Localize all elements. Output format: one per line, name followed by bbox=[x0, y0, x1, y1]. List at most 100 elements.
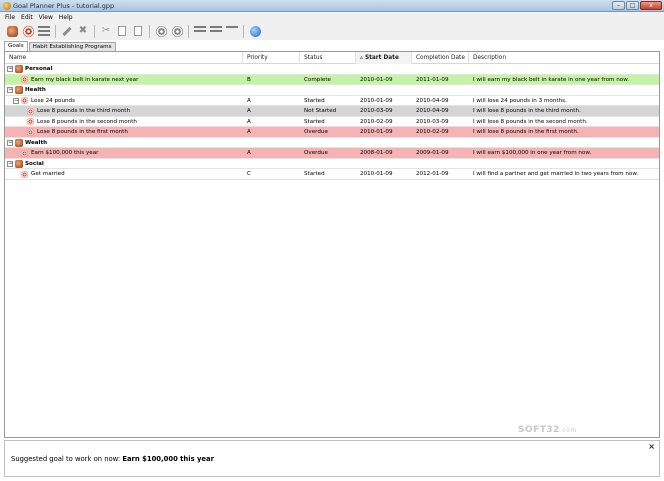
edit-button[interactable] bbox=[60, 24, 74, 38]
group-row[interactable]: − Personal bbox=[5, 64, 659, 75]
priority-cell: C bbox=[247, 171, 251, 177]
category-icon bbox=[15, 138, 23, 147]
collapse-button[interactable] bbox=[170, 24, 184, 38]
priority-cell: A bbox=[247, 150, 251, 156]
completion-date-cell: 2012-01-09 bbox=[416, 171, 449, 177]
paste-icon bbox=[134, 26, 142, 36]
status-cell: Started bbox=[304, 118, 325, 125]
delete-button[interactable]: ✖ bbox=[76, 24, 90, 38]
goal-row[interactable]: Lose 8 pounds in the second month A Starte… bbox=[5, 117, 659, 127]
goal-row[interactable]: Earn my black belt in karate next year B C… bbox=[5, 74, 659, 85]
minimize-button[interactable]: – bbox=[612, 1, 625, 10]
group-row[interactable]: − Health bbox=[5, 85, 659, 96]
start-date-cell: 2010-02-09 bbox=[360, 118, 393, 125]
menu-file[interactable]: File bbox=[5, 14, 15, 21]
close-window-button[interactable]: x bbox=[640, 1, 662, 10]
status-cell: Started bbox=[304, 97, 325, 104]
grid-header: Name Priority Status ▵ Start Date Comple… bbox=[5, 52, 659, 64]
collapse-toggle-icon[interactable]: − bbox=[13, 97, 19, 104]
group-row[interactable]: − Wealth bbox=[5, 137, 659, 148]
scissors-icon: ✂ bbox=[101, 25, 111, 36]
column-description[interactable]: Description bbox=[469, 52, 659, 64]
toolbar-separator bbox=[55, 24, 56, 38]
description-cell: I will lose 8 pounds in the second month… bbox=[473, 118, 588, 125]
menu-edit[interactable]: Edit bbox=[21, 14, 33, 21]
column-start-date[interactable]: ▵ Start Date bbox=[356, 52, 412, 64]
start-date-cell: 2010-01-09 bbox=[360, 76, 393, 83]
column-status[interactable]: Status bbox=[300, 52, 356, 64]
menu-help[interactable]: Help bbox=[59, 14, 73, 21]
category-icon bbox=[15, 159, 23, 168]
menu-view[interactable]: View bbox=[39, 14, 53, 21]
status-cell: Overdue bbox=[304, 150, 328, 156]
description-cell: I will find a partner and get married in… bbox=[473, 171, 639, 177]
collapse-toggle-icon[interactable]: − bbox=[7, 66, 13, 72]
start-date-cell: 2010-01-09 bbox=[360, 97, 393, 104]
view-compact-button[interactable] bbox=[225, 24, 239, 38]
group-name: Social bbox=[25, 160, 44, 167]
category-icon bbox=[15, 86, 23, 94]
collapse-toggle-icon[interactable]: − bbox=[7, 160, 13, 167]
column-completion-date[interactable]: Completion Date bbox=[412, 52, 469, 64]
cut-button[interactable]: ✂ bbox=[99, 24, 113, 38]
goal-name: Earn my black belt in karate next year bbox=[31, 76, 139, 83]
goal-name: Lose 24 pounds bbox=[31, 97, 75, 104]
completion-date-cell: 2010-02-09 bbox=[416, 129, 449, 135]
start-date-cell: 2008-01-09 bbox=[360, 150, 393, 156]
close-suggestion-button[interactable]: × bbox=[648, 443, 655, 451]
toolbar-separator bbox=[243, 24, 244, 38]
window-title: Goal Planner Plus - tutorial.gpp bbox=[13, 2, 115, 10]
pencil-icon bbox=[62, 26, 72, 36]
toolbar-separator bbox=[149, 24, 150, 38]
goal-name: Earn $100,000 this year bbox=[31, 150, 99, 156]
group-name: Wealth bbox=[25, 139, 48, 146]
add-list-button[interactable] bbox=[37, 24, 51, 38]
suggestion-prefix: Suggested goal to work on now: bbox=[11, 455, 121, 463]
help-button[interactable] bbox=[248, 24, 262, 38]
collapse-toggle-icon[interactable]: − bbox=[7, 87, 13, 93]
watermark-suffix: .com bbox=[559, 427, 577, 434]
target-icon bbox=[27, 107, 34, 115]
goal-row[interactable]: − Lose 24 pounds A Started 2010-01-09 2010-04… bbox=[5, 96, 659, 106]
suggested-goal[interactable]: Earn $100,000 this year bbox=[122, 455, 214, 463]
group-name: Health bbox=[25, 87, 46, 93]
status-cell: Complete bbox=[304, 76, 331, 83]
goal-row[interactable]: Get married C Started 2010-01-09 2012-01-09 I… bbox=[5, 169, 659, 180]
goal-row[interactable]: Lose 8 pounds in the third month A Not Sta… bbox=[5, 106, 659, 117]
completion-date-cell: 2011-01-09 bbox=[416, 76, 449, 83]
toolbar: ✖ ✂ bbox=[0, 22, 664, 40]
column-name[interactable]: Name bbox=[5, 52, 243, 64]
description-cell: I will earn $100,000 in one year from no… bbox=[473, 150, 592, 156]
paste-button[interactable] bbox=[131, 24, 145, 38]
view-detail-button[interactable] bbox=[209, 24, 223, 38]
view-list-button[interactable] bbox=[193, 24, 207, 38]
delete-icon: ✖ bbox=[78, 25, 88, 36]
tab-goals[interactable]: Goals bbox=[4, 41, 28, 51]
goal-name: Lose 8 pounds in the second month bbox=[37, 118, 137, 125]
suggestion-text: Suggested goal to work on now: Earn $100… bbox=[11, 455, 214, 463]
goals-grid: Name Priority Status ▵ Start Date Comple… bbox=[4, 51, 660, 438]
collapse-toggle-icon[interactable]: − bbox=[7, 139, 13, 146]
start-date-cell: 2010-03-09 bbox=[360, 108, 393, 114]
copy-button[interactable] bbox=[115, 24, 129, 38]
goal-name: Get married bbox=[31, 171, 65, 177]
expand-button[interactable] bbox=[154, 24, 168, 38]
start-date-cell: 2010-01-09 bbox=[360, 171, 393, 177]
description-cell: I will lose 8 pounds in the third month. bbox=[473, 108, 581, 114]
group-row[interactable]: − Social bbox=[5, 158, 659, 169]
rows-icon bbox=[194, 26, 206, 36]
maximize-button[interactable]: □ bbox=[626, 1, 639, 10]
add-goal-button[interactable] bbox=[5, 24, 19, 38]
category-icon bbox=[15, 65, 23, 73]
sort-ascending-icon: ▵ bbox=[360, 55, 363, 61]
description-cell: I will earn my black belt in karate in o… bbox=[473, 76, 630, 83]
goal-row[interactable]: Lose 8 pounds in the first month A Overdue… bbox=[5, 127, 659, 138]
watermark-brand: SOFT32 bbox=[518, 425, 560, 435]
suggestion-panel: × Suggested goal to work on now: Earn $1… bbox=[4, 440, 660, 477]
goal-row[interactable]: Earn $100,000 this year A Overdue 2008-01-0… bbox=[5, 148, 659, 159]
column-priority[interactable]: Priority bbox=[243, 52, 300, 64]
add-target-button[interactable] bbox=[21, 24, 35, 38]
tab-habit-programs[interactable]: Habit Establishing Programs bbox=[28, 42, 116, 51]
priority-cell: A bbox=[247, 97, 251, 104]
column-start-date-label: Start Date bbox=[364, 55, 399, 61]
